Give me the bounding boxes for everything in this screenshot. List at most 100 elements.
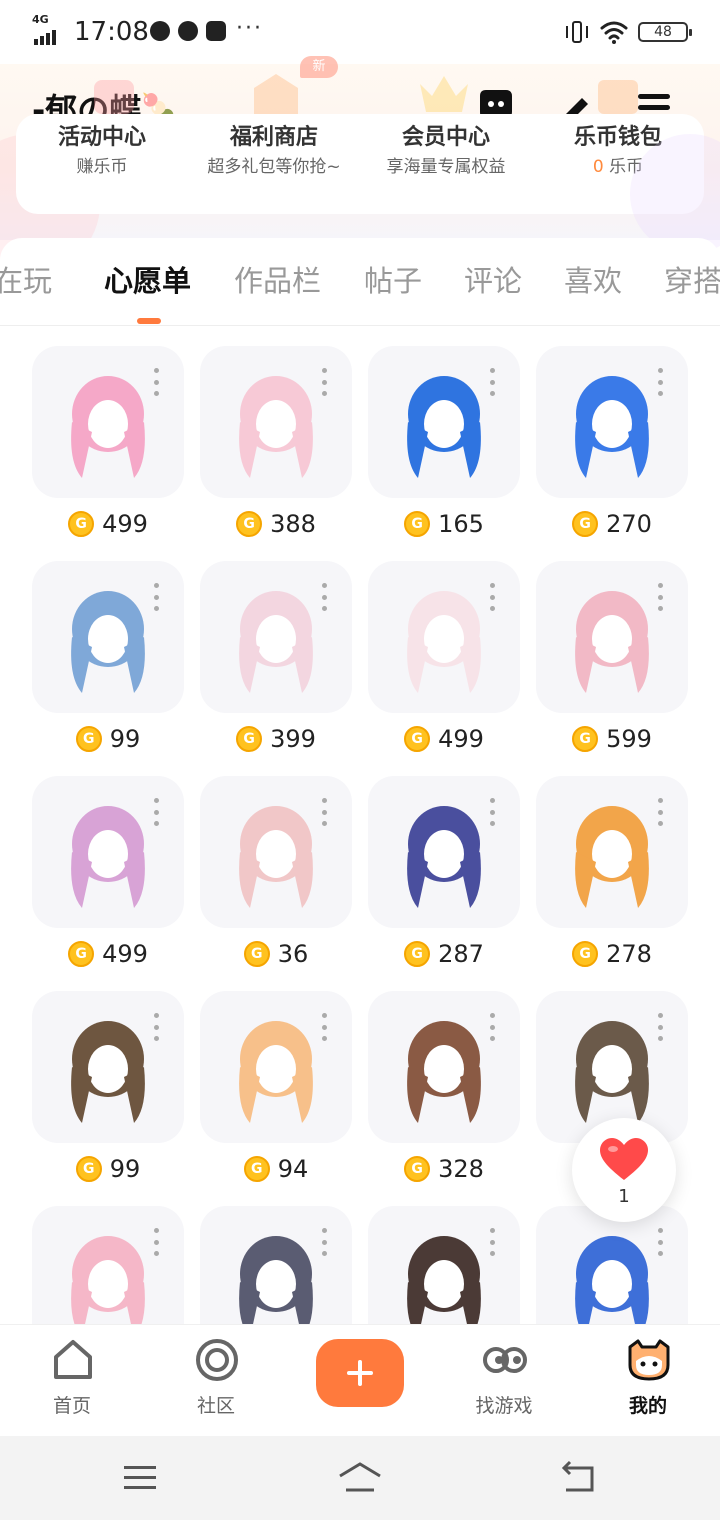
item-price: G 165 [368,506,520,542]
price-value: 499 [438,725,484,753]
more-options-icon[interactable] [152,368,160,396]
item-thumbnail[interactable] [536,346,688,498]
pink-long-hair-icon [71,806,145,908]
nav-profile[interactable]: 我的 [576,1325,720,1437]
tab-posts[interactable]: 帖子 [364,262,422,300]
item-thumbnail[interactable] [200,1206,352,1324]
nav-community[interactable]: 社区 [144,1325,288,1437]
item-thumbnail[interactable] [200,991,352,1143]
system-nav-bar [0,1436,720,1520]
item-price: G 278 [536,936,688,972]
wishlist-item[interactable]: G 165 [368,346,520,546]
wishlist-item[interactable]: G 99 [32,561,184,761]
item-thumbnail[interactable] [32,561,184,713]
wishlist-item[interactable]: G 599 [536,561,688,761]
wishlist-item[interactable]: G 399 [200,561,352,761]
coin-balance: 0 [592,157,604,177]
more-options-icon[interactable] [656,368,664,396]
item-thumbnail[interactable] [32,346,184,498]
more-options-icon[interactable] [152,1228,160,1256]
item-price: G 99 [32,721,184,757]
more-options-icon[interactable] [320,583,328,611]
more-options-icon[interactable] [488,368,496,396]
wishlist-item[interactable]: G 328 [368,991,520,1191]
coin-icon: G [243,1156,270,1182]
coin-icon: G [236,511,263,537]
price-value: 399 [270,725,316,753]
nav-label: 首页 [52,1395,91,1417]
profile-tabs: 在玩 心愿单 作品栏 帖子 评论 喜欢 穿搭 [0,238,720,326]
tab-playing[interactable]: 在玩 [0,262,52,300]
item-thumbnail[interactable] [368,346,520,498]
wishlist-item[interactable] [200,1206,352,1324]
feature-activity-center[interactable]: 活动中心 赚乐币 [16,114,188,178]
wishlist-item[interactable]: G 270 [536,346,688,546]
more-options-icon[interactable] [488,798,496,826]
item-thumbnail[interactable] [536,776,688,928]
more-options-icon[interactable] [152,1013,160,1041]
more-options-icon[interactable] [320,368,328,396]
wishlist-item[interactable] [536,1206,688,1324]
feature-coin-wallet[interactable]: 乐币钱包 0 乐币 [532,114,704,178]
more-options-icon[interactable] [656,798,664,826]
item-thumbnail[interactable] [368,991,520,1143]
more-options-icon[interactable] [656,1228,664,1256]
wishlist-item[interactable]: G 499 [32,346,184,546]
item-thumbnail[interactable] [536,1206,688,1324]
feature-welfare-shop[interactable]: 福利商店 超多礼包等你抢~ [188,114,360,178]
home-system-icon[interactable] [336,1458,384,1498]
item-thumbnail[interactable] [200,346,352,498]
nav-find-game[interactable]: 找游戏 [432,1325,576,1437]
more-options-icon[interactable] [152,798,160,826]
bottom-nav: 首页 社区 找游戏 我的 [0,1324,720,1436]
features-card: 活动中心 赚乐币 福利商店 超多礼包等你抢~ 会员中心 享海量专属权益 乐币钱包… [16,114,704,214]
item-thumbnail[interactable] [368,561,520,713]
wishlist-item[interactable]: G 388 [200,346,352,546]
wishlist-item[interactable]: G 94 [200,991,352,1191]
wishlist-item[interactable]: G 278 [536,776,688,976]
tab-wishlist[interactable]: 心愿单 [104,262,191,300]
wishlist-item[interactable]: G 499 [32,776,184,976]
item-thumbnail[interactable] [368,776,520,928]
tab-likes[interactable]: 喜欢 [564,262,622,300]
wishlist-item[interactable] [32,1206,184,1324]
wishlist-item[interactable]: G 36 [200,776,352,976]
more-options-icon[interactable] [320,1013,328,1041]
back-icon[interactable] [560,1458,600,1498]
item-thumbnail[interactable] [200,776,352,928]
item-thumbnail[interactable] [32,1206,184,1324]
more-options-icon[interactable] [320,798,328,826]
recent-apps-icon[interactable] [120,1458,160,1498]
more-notifications-icon: ··· [236,16,263,41]
more-options-icon[interactable] [152,583,160,611]
coin-icon: G [572,726,599,752]
wishlist-item[interactable] [368,1206,520,1324]
more-options-icon[interactable] [488,1228,496,1256]
like-fab[interactable]: 1 [572,1118,676,1222]
home-icon [54,1340,92,1379]
more-options-icon[interactable] [488,1013,496,1041]
wishlist-item[interactable]: G 99 [32,991,184,1191]
price-value: 36 [277,940,309,968]
wishlist-item[interactable]: G 287 [368,776,520,976]
tab-comments[interactable]: 评论 [464,262,522,300]
item-thumbnail[interactable] [536,561,688,713]
more-options-icon[interactable] [656,1013,664,1041]
nav-home[interactable]: 首页 [0,1325,144,1437]
item-thumbnail[interactable] [200,561,352,713]
tab-outfits[interactable]: 穿搭 [664,262,720,300]
item-thumbnail[interactable] [368,1206,520,1324]
price-value: 94 [277,1155,309,1183]
more-options-icon[interactable] [656,583,664,611]
more-options-icon[interactable] [320,1228,328,1256]
wishlist-item[interactable]: G 499 [368,561,520,761]
new-badge: 新 [300,56,338,78]
feature-title: 会员中心 [401,125,490,150]
tab-works[interactable]: 作品栏 [234,262,321,300]
more-options-icon[interactable] [488,583,496,611]
item-thumbnail[interactable] [32,991,184,1143]
feature-member-center[interactable]: 会员中心 享海量专属权益 [360,114,532,178]
community-icon [196,1339,238,1381]
item-thumbnail[interactable] [32,776,184,928]
create-post-button[interactable] [316,1339,404,1407]
